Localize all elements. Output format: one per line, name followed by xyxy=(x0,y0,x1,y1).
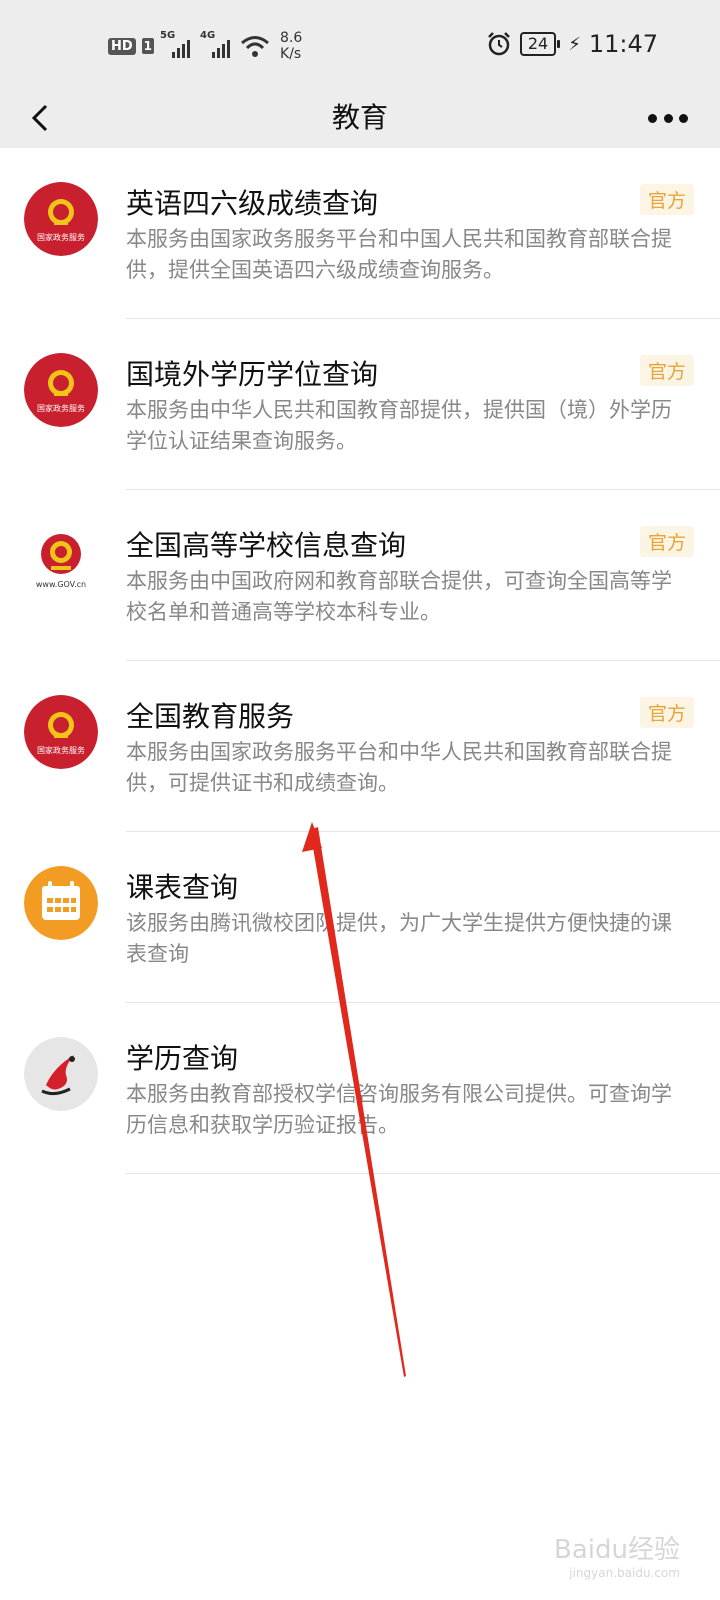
service-description: 本服务由教育部授权学信咨询服务有限公司提供。可查询学历信息和获取学历验证报告。 xyxy=(126,1082,672,1137)
service-title: 学历查询 xyxy=(126,1042,239,1075)
official-badge: 官方 xyxy=(639,526,694,557)
watermark-text: Baidu经验 xyxy=(554,1535,680,1565)
official-badge: 官方 xyxy=(639,697,694,728)
page-title: 教育 xyxy=(331,101,388,134)
list-item[interactable]: 国家政务服务 国境外学历学位查询 官方 本服务由中华人民共和国教育部提供，提供国… xyxy=(0,319,720,490)
alarm-icon xyxy=(487,32,510,56)
list-item[interactable]: 国家政务服务 英语四六级成绩查询 官方 本服务由国家政务服务平台和中国人民共和国… xyxy=(0,148,720,319)
official-badge: 官方 xyxy=(639,355,694,386)
more-dots-icon[interactable] xyxy=(648,106,688,130)
hd-indicator: HD xyxy=(108,37,136,55)
speed-unit: K/s xyxy=(280,46,302,62)
status-bar: HD 1 5G 4G 8.6 K/s 24 ⚡ 11:47 xyxy=(0,0,720,88)
network-speed: 8.6 K/s xyxy=(280,30,302,62)
sim-indicator: 1 xyxy=(141,38,155,54)
chsi-logo-icon xyxy=(24,1037,98,1111)
divider xyxy=(126,1173,720,1174)
list-item[interactable]: 学历查询 本服务由教育部授权学信咨询服务有限公司提供。可查询学历信息和获取学历验… xyxy=(0,1003,720,1174)
gov-service-logo-icon: 国家政务服务 xyxy=(24,353,98,427)
logo-caption: www.GOV.cn xyxy=(36,580,86,589)
speed-value: 8.6 xyxy=(280,30,303,46)
calendar-icon xyxy=(24,866,98,940)
gov-service-logo-icon: 国家政务服务 xyxy=(24,695,98,769)
watermark: Baidu经验 jingyan.baidu.com xyxy=(554,1529,680,1580)
service-title: 全国高等学校信息查询 xyxy=(126,529,407,562)
official-badge: 官方 xyxy=(639,184,694,215)
service-title: 英语四六级成绩查询 xyxy=(126,187,379,220)
service-title: 全国教育服务 xyxy=(126,700,295,733)
service-title: 课表查询 xyxy=(126,871,239,904)
wifi-icon xyxy=(241,36,269,57)
gov-cn-logo-icon: www.GOV.cn xyxy=(24,524,98,598)
service-description: 本服务由国家政务服务平台和中华人民共和国教育部联合提供，可提供证书和成绩查询。 xyxy=(126,740,672,795)
service-description: 该服务由腾讯微校团队提供，为广大学生提供方便快捷的课表查询 xyxy=(126,911,672,966)
service-description: 本服务由国家政务服务平台和中国人民共和国教育部联合提供，提供全国英语四六级成绩查… xyxy=(126,227,672,282)
battery-indicator: 24 xyxy=(519,32,561,56)
logo-caption: 国家政务服务 xyxy=(37,232,85,242)
clock: 11:47 xyxy=(588,30,658,58)
logo-caption: 国家政务服务 xyxy=(37,403,85,413)
service-title: 国境外学历学位查询 xyxy=(126,358,379,391)
gov-service-logo-icon: 国家政务服务 xyxy=(24,182,98,256)
service-description: 本服务由中国政府网和教育部联合提供，可查询全国高等学校名单和普通高等学校本科专业… xyxy=(126,569,672,624)
signal-icon-5g: 5G xyxy=(160,30,194,58)
logo-caption: 国家政务服务 xyxy=(37,745,85,755)
charging-icon: ⚡ xyxy=(568,33,581,55)
watermark-subtext: jingyan.baidu.com xyxy=(569,1566,680,1580)
service-description: 本服务由中华人民共和国教育部提供，提供国（境）外学历学位认证结果查询服务。 xyxy=(126,398,672,453)
signal-icon-4g: 4G xyxy=(200,30,234,58)
service-list: 国家政务服务 英语四六级成绩查询 官方 本服务由国家政务服务平台和中国人民共和国… xyxy=(0,148,720,1174)
list-item[interactable]: www.GOV.cn 全国高等学校信息查询 官方 本服务由中国政府网和教育部联合… xyxy=(0,490,720,661)
list-item[interactable]: 课表查询 该服务由腾讯微校团队提供，为广大学生提供方便快捷的课表查询 xyxy=(0,832,720,1003)
list-item[interactable]: 国家政务服务 全国教育服务 官方 本服务由国家政务服务平台和中华人民共和国教育部… xyxy=(0,661,720,832)
nav-bar: 教育 xyxy=(0,88,720,148)
